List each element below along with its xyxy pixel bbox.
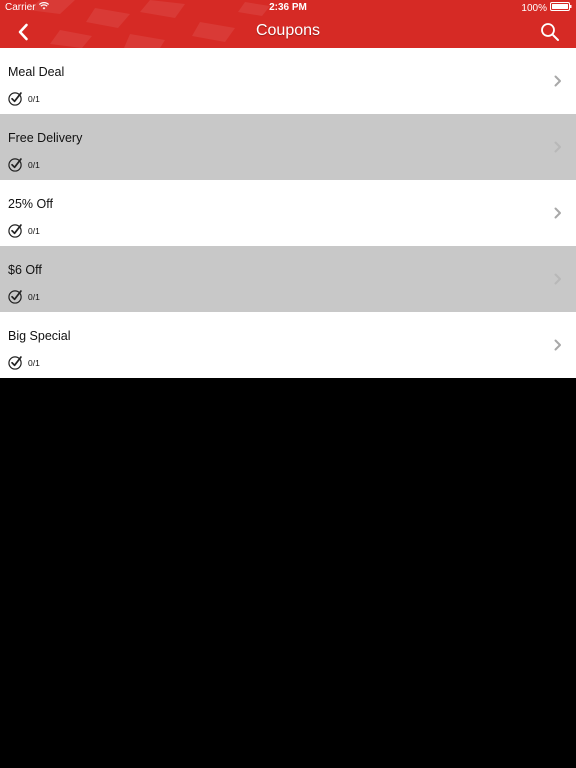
usage-count: 0/1 [28, 159, 40, 170]
coupon-title: $6 Off [8, 263, 42, 277]
chevron-right-icon [554, 339, 561, 351]
coupon-title: Meal Deal [8, 65, 65, 79]
status-bar: Carrier 2:36 PM 100% [0, 0, 576, 16]
usage-count: 0/1 [28, 357, 40, 368]
coupon-list: Meal Deal 0/1 Free Delivery 0/1 25% Off [0, 48, 576, 378]
coupon-row-big-special[interactable]: Big Special 0/1 [0, 312, 576, 378]
coupon-row-25-off[interactable]: 25% Off 0/1 [0, 180, 576, 246]
chevron-right-icon [554, 273, 561, 285]
usage-count: 0/1 [28, 225, 40, 236]
status-battery: 100% [521, 2, 572, 14]
usage-count: 0/1 [28, 93, 40, 104]
coupon-title: Big Special [8, 329, 71, 343]
check-circle-icon [8, 290, 22, 304]
battery-icon [550, 2, 572, 14]
battery-percent: 100% [521, 2, 547, 14]
search-icon [541, 23, 559, 41]
coupon-usage: 0/1 [8, 223, 40, 238]
coupon-row-free-delivery[interactable]: Free Delivery 0/1 [0, 114, 576, 180]
status-time: 2:36 PM [269, 2, 307, 13]
usage-count: 0/1 [28, 291, 40, 302]
chevron-right-icon [554, 75, 561, 87]
check-circle-icon [8, 356, 22, 370]
coupon-usage: 0/1 [8, 91, 40, 106]
chevron-right-icon [554, 141, 561, 153]
chevron-right-icon [554, 207, 561, 219]
navigation-bar: Coupons [0, 16, 576, 48]
check-circle-icon [8, 158, 22, 172]
check-circle-icon [8, 224, 22, 238]
coupon-row-6-off[interactable]: $6 Off 0/1 [0, 246, 576, 312]
page-title: Coupons [255, 22, 321, 39]
check-circle-icon [8, 92, 22, 106]
coupon-title: Free Delivery [8, 131, 83, 145]
search-button[interactable] [538, 20, 562, 44]
coupon-usage: 0/1 [8, 157, 40, 172]
coupon-title: 25% Off [8, 197, 53, 211]
coupon-usage: 0/1 [8, 289, 40, 304]
coupon-row-meal-deal[interactable]: Meal Deal 0/1 [0, 48, 576, 114]
app-header: Carrier 2:36 PM 100% Coupons [0, 0, 576, 48]
coupon-usage: 0/1 [8, 355, 40, 370]
